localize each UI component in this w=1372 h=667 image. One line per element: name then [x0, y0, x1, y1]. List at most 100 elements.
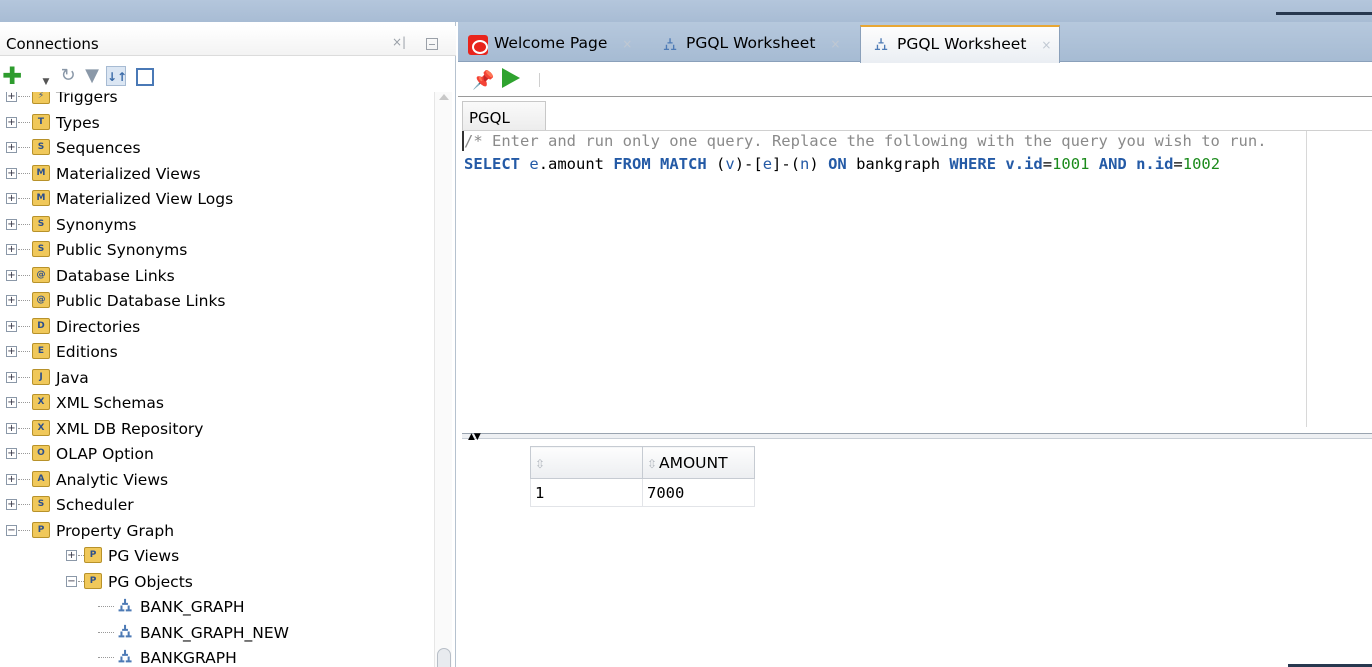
close-icon[interactable]: × — [830, 37, 840, 51]
editor-results-splitter[interactable]: ▲▼ — [462, 432, 1372, 442]
query-results: ⇳ ⇳ AMOUNT 1 7000 — [462, 440, 1372, 667]
expand-icon[interactable]: + — [6, 499, 17, 510]
minimize-icon[interactable]: ×| — [392, 35, 406, 49]
tree-connector — [18, 96, 30, 97]
connections-tree: + ⚡ Triggers + T Types + S Sequences + M Materializ… — [0, 92, 434, 667]
editor-tab-pgql[interactable]: PGQL — [462, 101, 546, 131]
folder-icon: T — [32, 113, 50, 130]
column-header-amount[interactable]: ⇳ AMOUNT — [642, 446, 755, 479]
value-1002: 1002 — [1182, 155, 1221, 173]
tree-connector — [18, 147, 30, 148]
expand-icon[interactable]: + — [6, 116, 17, 128]
expand-icon[interactable]: + — [6, 448, 17, 459]
expand-icon[interactable]: + — [6, 473, 17, 485]
column-header-rownum[interactable]: ⇳ — [530, 446, 643, 479]
graph-icon: ⛼ — [117, 595, 133, 616]
graph-name: bankgraph — [846, 155, 950, 173]
tree-scrollbar[interactable] — [434, 92, 452, 667]
tree-item[interactable]: + O OLAP Option — [0, 441, 434, 467]
tree-item[interactable]: + ⚡ Triggers — [0, 92, 434, 110]
tree-connector — [18, 478, 30, 480]
tree-item-label: Property Graph — [56, 521, 175, 540]
tree-item[interactable]: ⛼ BANKGRAPH — [0, 645, 434, 667]
tree-item[interactable]: + A Analytic Views — [0, 467, 434, 493]
table-row[interactable]: 1 7000 — [530, 478, 755, 507]
query-editor[interactable]: /* Enter and run only one query. Replace… — [462, 130, 1372, 435]
tree-item[interactable]: + S Synonyms — [0, 212, 434, 238]
pin-icon[interactable]: 📌 — [472, 70, 494, 91]
scroll-up-icon[interactable] — [439, 94, 449, 100]
collapse-icon[interactable]: − — [66, 575, 77, 587]
close-icon[interactable]: × — [622, 37, 632, 51]
cell-rownum[interactable]: 1 — [530, 478, 643, 507]
tree-item-label: Public Database Links — [56, 292, 226, 310]
tree-item[interactable]: ⛼ BANK_GRAPH — [0, 594, 434, 620]
sort-icon: ⇳ — [535, 456, 546, 471]
expand-icon[interactable]: + — [6, 193, 17, 204]
tree-item[interactable]: + S Public Synonyms — [0, 237, 434, 263]
tab-welcome-page[interactable]: Welcome Page × — [458, 28, 640, 62]
columns-icon[interactable] — [134, 66, 154, 86]
expand-icon[interactable]: + — [6, 422, 17, 434]
filter-icon[interactable]: ▼ — [82, 66, 102, 86]
expand-icon[interactable]: + — [6, 142, 17, 153]
tree-item[interactable]: + @ Database Links — [0, 263, 434, 289]
scroll-thumb[interactable] — [437, 648, 451, 667]
var-v: v — [725, 155, 735, 173]
expand-icon[interactable]: + — [6, 167, 17, 179]
var-n: n — [800, 155, 810, 173]
tree-item[interactable]: + J Java — [0, 365, 434, 391]
expand-icon[interactable]: + — [66, 550, 77, 561]
tree-item[interactable]: + E Editions — [0, 339, 434, 365]
expand-icon[interactable]: + — [6, 244, 17, 255]
expand-icon[interactable]: + — [6, 346, 17, 357]
folder-icon: M — [32, 190, 50, 206]
kw-from: FROM — [613, 155, 651, 173]
refresh-icon[interactable]: ↻ — [58, 66, 78, 86]
folder-icon: @ — [32, 292, 50, 308]
expand-icon[interactable]: + — [6, 218, 17, 230]
run-icon[interactable] — [502, 68, 520, 88]
plus-icon[interactable]: ✚ — [2, 64, 22, 88]
tab-pgql-worksheet-1[interactable]: ⛼ PGQL Worksheet × — [650, 28, 848, 62]
sort-icon[interactable]: ↓↑ — [106, 66, 127, 86]
tree-item[interactable]: + X XML Schemas — [0, 390, 434, 416]
tree-item[interactable]: − P Property Graph — [0, 518, 434, 544]
tree-item[interactable]: + M Materialized Views — [0, 161, 434, 187]
tree-item-label: Synonyms — [56, 215, 137, 234]
collapse-icon[interactable]: − — [6, 524, 17, 536]
close-icon[interactable]: × — [1041, 38, 1051, 52]
tree-item[interactable]: ⛼ BANK_GRAPH_NEW — [0, 620, 434, 646]
tree-item[interactable]: + X XML DB Repository — [0, 416, 434, 442]
tree-item[interactable]: + D Directories — [0, 314, 434, 340]
tab-label: PGQL Worksheet — [897, 35, 1027, 53]
tree-item[interactable]: + S Sequences — [0, 135, 434, 161]
expand-icon[interactable]: + — [6, 269, 17, 281]
expand-icon[interactable]: + — [6, 295, 17, 306]
oracle-icon — [468, 35, 488, 55]
cell-amount[interactable]: 7000 — [642, 478, 755, 507]
kw-and: AND — [1098, 155, 1127, 173]
tree-connector — [18, 198, 30, 199]
tree-connector — [18, 300, 30, 301]
tree-item[interactable]: + @ Public Database Links — [0, 288, 434, 314]
expand-icon[interactable]: + — [6, 397, 17, 408]
maximize-icon[interactable] — [426, 38, 438, 50]
tree-item[interactable]: + T Types — [0, 110, 434, 136]
tree-connector — [18, 504, 30, 505]
tree-item-label: Directories — [56, 317, 141, 336]
tree-item[interactable]: + S Scheduler — [0, 492, 434, 518]
folder-icon: X — [32, 419, 50, 436]
chevron-down-icon[interactable]: ▼ — [36, 72, 56, 92]
tree-item[interactable]: + M Materialized View Logs — [0, 186, 434, 212]
tree-item-label: Database Links — [56, 266, 175, 285]
tab-pgql-worksheet-2[interactable]: ⛼ PGQL Worksheet × — [860, 25, 1061, 63]
tree-item-label: Types — [56, 113, 100, 132]
expand-icon[interactable]: + — [6, 371, 17, 383]
tree-item[interactable]: + P PG Views — [0, 543, 434, 569]
tree-item-label: Sequences — [56, 139, 141, 157]
var-e: e — [529, 155, 539, 173]
expand-icon[interactable]: + — [6, 320, 17, 332]
expand-icon[interactable]: + — [6, 92, 17, 102]
tree-item[interactable]: − P PG Objects — [0, 569, 434, 595]
